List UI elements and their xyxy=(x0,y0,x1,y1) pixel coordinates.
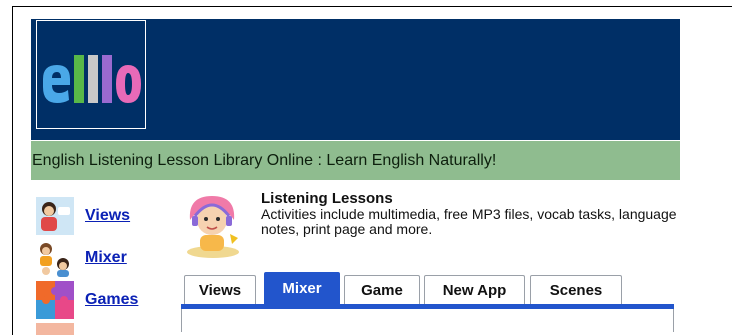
tab-scenes-label: Scenes xyxy=(549,282,603,299)
lesson-tabs: Views Mixer Game New App Scenes xyxy=(181,272,674,332)
tab-new-app-label: New App xyxy=(442,282,507,299)
tab-content-panel xyxy=(181,309,674,332)
tab-scenes[interactable]: Scenes xyxy=(530,275,622,305)
sidebar-link-views[interactable]: Views xyxy=(85,207,130,225)
listening-girl-icon xyxy=(187,196,239,258)
tab-game-label: Game xyxy=(361,282,403,299)
sidebar-item-views[interactable]: Views xyxy=(36,197,176,235)
elllo-logo-icon xyxy=(43,55,141,103)
site-logo[interactable]: elllo xyxy=(36,20,146,129)
tab-mixer-label: Mixer xyxy=(282,280,322,297)
sidebar-next-icon xyxy=(36,323,74,335)
section-title: Listening Lessons xyxy=(261,190,393,207)
tab-game[interactable]: Game xyxy=(344,275,420,305)
tab-views[interactable]: Views xyxy=(184,275,256,305)
tagline-bar: English Listening Lesson Library Online … xyxy=(31,141,680,180)
sidebar-link-mixer[interactable]: Mixer xyxy=(85,249,127,267)
tab-views-label: Views xyxy=(198,282,242,299)
puzzle-icon xyxy=(36,281,74,319)
sidebar-link-games[interactable]: Games xyxy=(85,291,138,309)
tagline-text: English Listening Lesson Library Online … xyxy=(32,152,497,169)
section-description: Activities include multimedia, free MP3 … xyxy=(261,206,677,237)
group-chat-icon xyxy=(36,239,74,277)
tab-new-app[interactable]: New App xyxy=(424,275,525,305)
sidebar-item-mixer[interactable]: Mixer xyxy=(36,239,176,277)
tab-mixer[interactable]: Mixer xyxy=(264,272,340,305)
people-talking-icon xyxy=(36,197,74,235)
sidebar-item-games[interactable]: Games xyxy=(36,281,176,319)
